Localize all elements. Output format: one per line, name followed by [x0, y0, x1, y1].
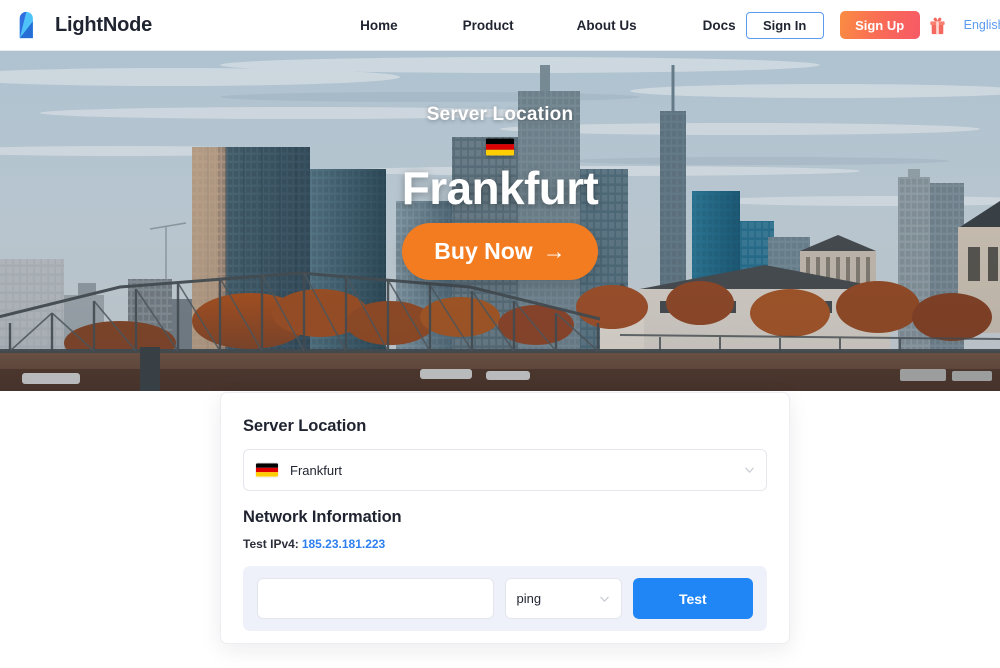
- lightnode-logo-icon: [19, 11, 33, 39]
- buy-now-label: Buy Now: [434, 237, 533, 264]
- location-select[interactable]: Frankfurt: [243, 449, 767, 491]
- flag-germany-icon: [486, 138, 514, 156]
- test-method-value: ping: [516, 591, 542, 606]
- language-switcher[interactable]: English: [964, 18, 1000, 32]
- nav-item-home[interactable]: Home: [350, 12, 408, 39]
- gift-icon[interactable]: [929, 16, 946, 35]
- test-ipv4-value[interactable]: 185.23.181.223: [302, 537, 385, 551]
- header-actions: Sign In Sign Up English: [745, 11, 1000, 39]
- primary-nav: Home Product About Us Docs: [350, 12, 746, 39]
- server-info-card: Server Location Frankfurt Network Inform…: [220, 392, 790, 644]
- run-test-button[interactable]: Test: [632, 578, 753, 619]
- card-title-server-location: Server Location: [243, 417, 367, 435]
- network-test-panel: ping Test: [243, 566, 767, 631]
- nav-item-about-us[interactable]: About Us: [567, 12, 647, 39]
- page-root: Server Location Frankfurt Buy Now → Ligh…: [0, 0, 1000, 668]
- hero-eyebrow-label: Server Location: [426, 104, 574, 125]
- test-method-select[interactable]: ping: [504, 578, 622, 619]
- hero-banner: Server Location Frankfurt Buy Now →: [0, 51, 1000, 391]
- nav-item-product[interactable]: Product: [453, 12, 524, 39]
- test-host-input[interactable]: [257, 578, 494, 619]
- brand-logo[interactable]: LightNode: [16, 10, 152, 40]
- nav-item-docs[interactable]: Docs: [693, 12, 746, 39]
- test-ipv4-row: Test IPv4: 185.23.181.223: [243, 537, 767, 551]
- sign-in-button[interactable]: Sign In: [745, 11, 824, 39]
- arrow-right-icon: →: [542, 237, 566, 264]
- card-title-network-information: Network Information: [243, 508, 402, 526]
- hero-content: Server Location Frankfurt Buy Now →: [0, 51, 1000, 391]
- chevron-down-icon: [745, 467, 754, 473]
- flag-germany-icon: [256, 463, 278, 477]
- chevron-down-icon: [599, 596, 609, 602]
- location-select-value: Frankfurt: [290, 462, 343, 478]
- site-header: LightNode Home Product About Us Docs Sig…: [0, 0, 1000, 51]
- test-ipv4-label: Test IPv4:: [243, 537, 299, 551]
- buy-now-button[interactable]: Buy Now →: [402, 222, 598, 280]
- sign-up-button[interactable]: Sign Up: [839, 11, 920, 39]
- brand-name: LightNode: [55, 13, 153, 36]
- hero-city-title: Frankfurt: [401, 162, 599, 214]
